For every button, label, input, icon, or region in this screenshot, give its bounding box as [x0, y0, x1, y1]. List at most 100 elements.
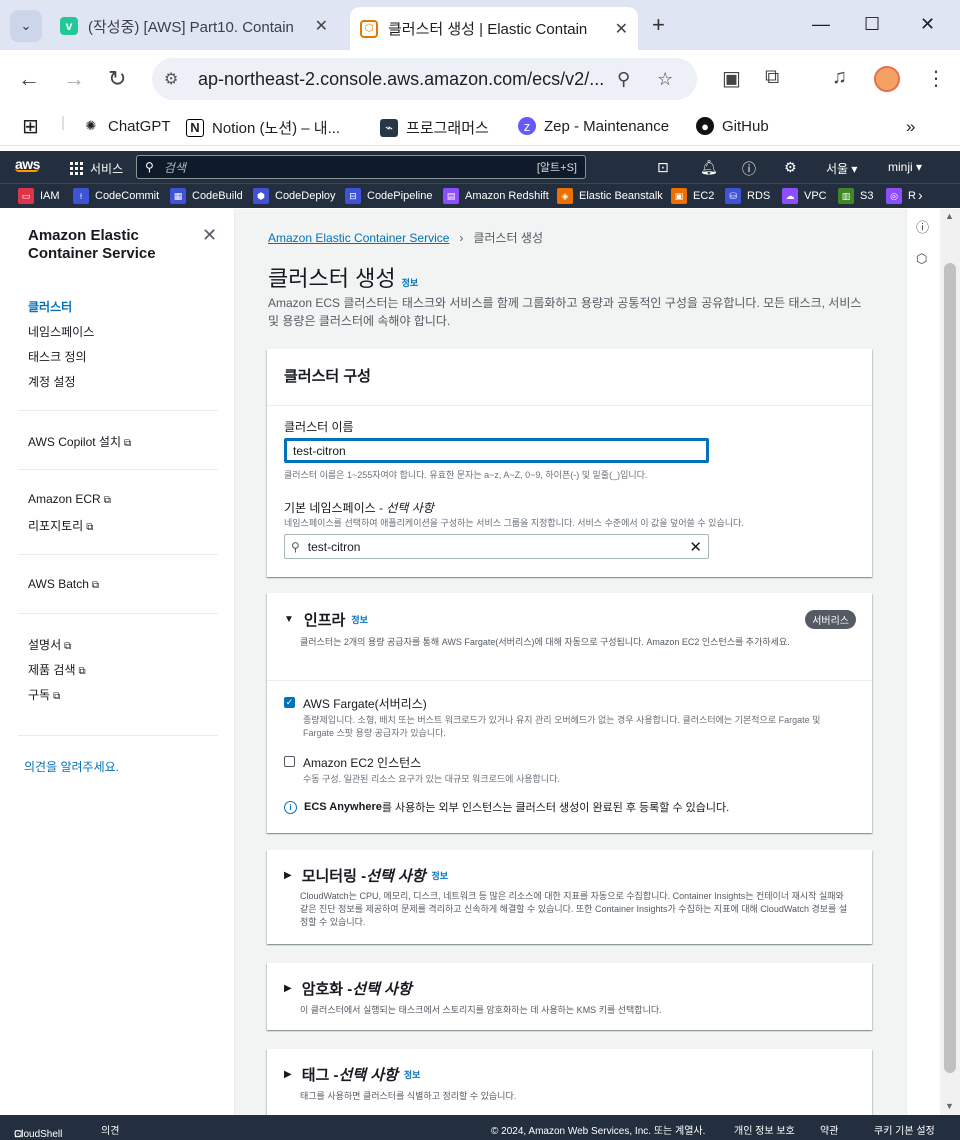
favorite-iam[interactable]: ▭ IAM: [18, 188, 60, 204]
favorite-s3[interactable]: ▥ S3: [838, 188, 873, 204]
encryption-toggle[interactable]: ▶ 암호화 - 선택 사항: [284, 978, 855, 999]
checkbox-checked-icon[interactable]: ✓: [284, 697, 295, 708]
scroll-down-icon[interactable]: ▼: [945, 1101, 954, 1111]
page-scrollbar[interactable]: ▲ ▼: [940, 209, 960, 1115]
back-icon[interactable]: ←: [18, 66, 40, 92]
sidenav-item-copilot[interactable]: AWS Copilot 설치 ⧉: [28, 433, 131, 450]
account-menu[interactable]: minji ▾: [888, 160, 922, 174]
favorite-beanstalk[interactable]: ◈ Elastic Beanstalk: [557, 188, 663, 204]
browser-tab-velog[interactable]: v (작성중) [AWS] Part10. Contain ✕: [50, 8, 338, 44]
gear-icon[interactable]: ⚙: [784, 159, 797, 176]
encryption-panel: ▶ 암호화 - 선택 사항 이 클러스터에서 실행되는 태스크에서 스토리지를 …: [267, 963, 872, 1030]
sidenav-item-subscribe[interactable]: 구독 ⧉: [28, 686, 60, 703]
region-selector[interactable]: 서울 ▾: [826, 160, 857, 177]
minimize-icon[interactable]: —: [812, 14, 830, 35]
breadcrumb-ecs-link[interactable]: Amazon Elastic Container Service: [268, 231, 449, 245]
bookmark-notion[interactable]: N Notion (노션) – 내...: [186, 117, 340, 138]
favorite-codedeploy[interactable]: ⬢ CodeDeploy: [253, 188, 336, 204]
privacy-link[interactable]: 개인 정보 보호: [734, 1122, 795, 1137]
browser-tab-ecs[interactable]: ⬡ 클러스터 생성 | Elastic Contain ✕: [350, 7, 638, 50]
console-footer: ⊡ CloudShell 의견 © 2024, Amazon Web Servic…: [0, 1115, 960, 1140]
rds-icon: ⛁: [725, 188, 741, 204]
tags-toggle[interactable]: ▶ 태그 - 선택 사항 정보: [284, 1064, 855, 1085]
window-close-icon[interactable]: ✕: [920, 14, 935, 35]
fargate-option[interactable]: ✓ AWS Fargate(서버리스) 종량제입니다. 소형, 배치 또는 버스…: [284, 695, 853, 740]
sidenav-title[interactable]: Amazon Elastic Container Service: [28, 227, 188, 263]
favorite-r[interactable]: ◎ R: [886, 188, 916, 204]
sidenav-item-account-settings[interactable]: 계정 설정: [28, 373, 76, 390]
zoom-icon[interactable]: ⚲: [617, 69, 630, 90]
settings-hex-icon[interactable]: ⬡: [916, 251, 927, 267]
favorite-label: CodeBuild: [192, 190, 243, 202]
favorite-ec2[interactable]: ▣ EC2: [671, 188, 714, 204]
info-link[interactable]: 정보: [402, 278, 419, 288]
favorites-scroll-right-icon[interactable]: ›: [918, 187, 923, 203]
anywhere-bold: ECS Anywhere: [304, 801, 382, 813]
sidenav-item-batch[interactable]: AWS Batch ⧉: [28, 577, 99, 591]
services-menu[interactable]: 서비스: [70, 160, 123, 177]
favorite-codepipeline[interactable]: ⊟ CodePipeline: [345, 188, 432, 204]
apps-grid-icon[interactable]: ⊞: [22, 114, 39, 139]
bookmark-github[interactable]: ● GitHub: [696, 117, 769, 135]
fargate-label: AWS Fargate(서버리스): [303, 697, 427, 711]
terms-link[interactable]: 약관: [820, 1122, 838, 1137]
profile-avatar[interactable]: [874, 66, 900, 92]
close-icon[interactable]: ✕: [315, 16, 328, 36]
new-tab-button[interactable]: +: [652, 12, 665, 38]
info-link[interactable]: 정보: [431, 869, 448, 882]
favorite-codecommit[interactable]: ⟊ CodeCommit: [73, 188, 159, 204]
aws-logo[interactable]: aws: [15, 156, 40, 172]
sidenav-item-clusters[interactable]: 클러스터: [28, 298, 72, 315]
close-icon[interactable]: ✕: [202, 225, 217, 246]
sidenav-item-docs[interactable]: 설명서 ⧉: [28, 636, 71, 653]
maximize-icon[interactable]: ☐: [864, 14, 880, 35]
sidenav-item-ecr[interactable]: Amazon ECR ⧉: [28, 492, 111, 506]
puzzle-icon[interactable]: ⧉: [765, 66, 779, 89]
namespace-search-input[interactable]: ⚲ test-citron ✕: [284, 534, 709, 559]
info-link[interactable]: 정보: [351, 613, 368, 626]
checkbox-unchecked-icon[interactable]: [284, 756, 295, 767]
more-menu-icon[interactable]: ⋮: [926, 66, 946, 91]
close-icon[interactable]: ✕: [615, 19, 628, 39]
help-icon[interactable]: ⓘ: [742, 159, 756, 179]
feedback-link[interactable]: 의견을 알려주세요.: [24, 758, 119, 775]
sidenav-item-repositories[interactable]: 리포지토리 ⧉: [28, 517, 93, 534]
bookmark-star-icon[interactable]: ☆: [657, 69, 673, 90]
favorite-rds[interactable]: ⛁ RDS: [725, 188, 770, 204]
sidenav-item-task-definitions[interactable]: 태스크 정의: [28, 348, 87, 365]
scroll-up-icon[interactable]: ▲: [945, 211, 954, 221]
favorite-codebuild[interactable]: ▦ CodeBuild: [170, 188, 243, 204]
bookmark-programmers[interactable]: ⌁ 프로그래머스: [380, 117, 489, 138]
aws-search-input[interactable]: ⚲ 검색 [알트+S]: [136, 155, 586, 179]
monitoring-toggle[interactable]: ▶ 모니터링 - 선택 사항 정보: [284, 865, 855, 886]
info-panel-icon[interactable]: ⓘ: [916, 217, 929, 236]
bookmark-zep[interactable]: z Zep - Maintenance: [518, 117, 669, 135]
forward-icon[interactable]: →: [63, 66, 85, 92]
cookie-preferences-link[interactable]: 쿠키 기본 설정: [874, 1122, 935, 1137]
site-info-icon[interactable]: ⚙: [164, 69, 178, 89]
footer-feedback-link[interactable]: 의견: [101, 1122, 119, 1137]
reload-icon[interactable]: ↻: [108, 66, 126, 92]
more-bookmarks-icon[interactable]: »: [906, 117, 915, 137]
favorite-redshift[interactable]: ▤ Amazon Redshift: [443, 188, 549, 204]
favorite-label: EC2: [693, 190, 715, 202]
info-icon: i: [284, 800, 297, 814]
bell-icon[interactable]: 🔔︎: [700, 159, 718, 176]
sidenav-item-product-search[interactable]: 제품 검색 ⧉: [28, 661, 86, 678]
cluster-name-hint: 클러스터 이름은 1~255자여야 합니다. 유효한 문자는 a~z, A~Z,…: [284, 470, 648, 480]
bookmark-chatgpt[interactable]: ✺ ChatGPT: [82, 117, 171, 135]
tab-search-button[interactable]: ⌄: [10, 10, 42, 42]
cloudshell-icon[interactable]: ⊡: [657, 159, 669, 176]
clear-icon[interactable]: ✕: [689, 538, 702, 556]
favorite-vpc[interactable]: ☁ VPC: [782, 188, 827, 204]
extension-icon[interactable]: ▣: [722, 66, 741, 91]
scrollbar-thumb[interactable]: [944, 263, 956, 1073]
cluster-name-input[interactable]: test-citron: [284, 438, 709, 463]
media-icon[interactable]: ♫: [832, 66, 847, 89]
infrastructure-toggle[interactable]: ▼ 인프라 정보: [284, 609, 855, 630]
sidenav-item-namespaces[interactable]: 네임스페이스: [28, 323, 94, 340]
ec2-option[interactable]: Amazon EC2 인스턴스 수동 구성. 일관된 리소스 요구가 있는 대규…: [284, 754, 853, 786]
monitoring-description: CloudWatch는 CPU, 메모리, 디스크, 네트워크 등 많은 리소스…: [300, 891, 848, 927]
address-bar[interactable]: ⚙ ap-northeast-2.console.aws.amazon.com/…: [152, 58, 697, 100]
info-link[interactable]: 정보: [404, 1068, 421, 1081]
